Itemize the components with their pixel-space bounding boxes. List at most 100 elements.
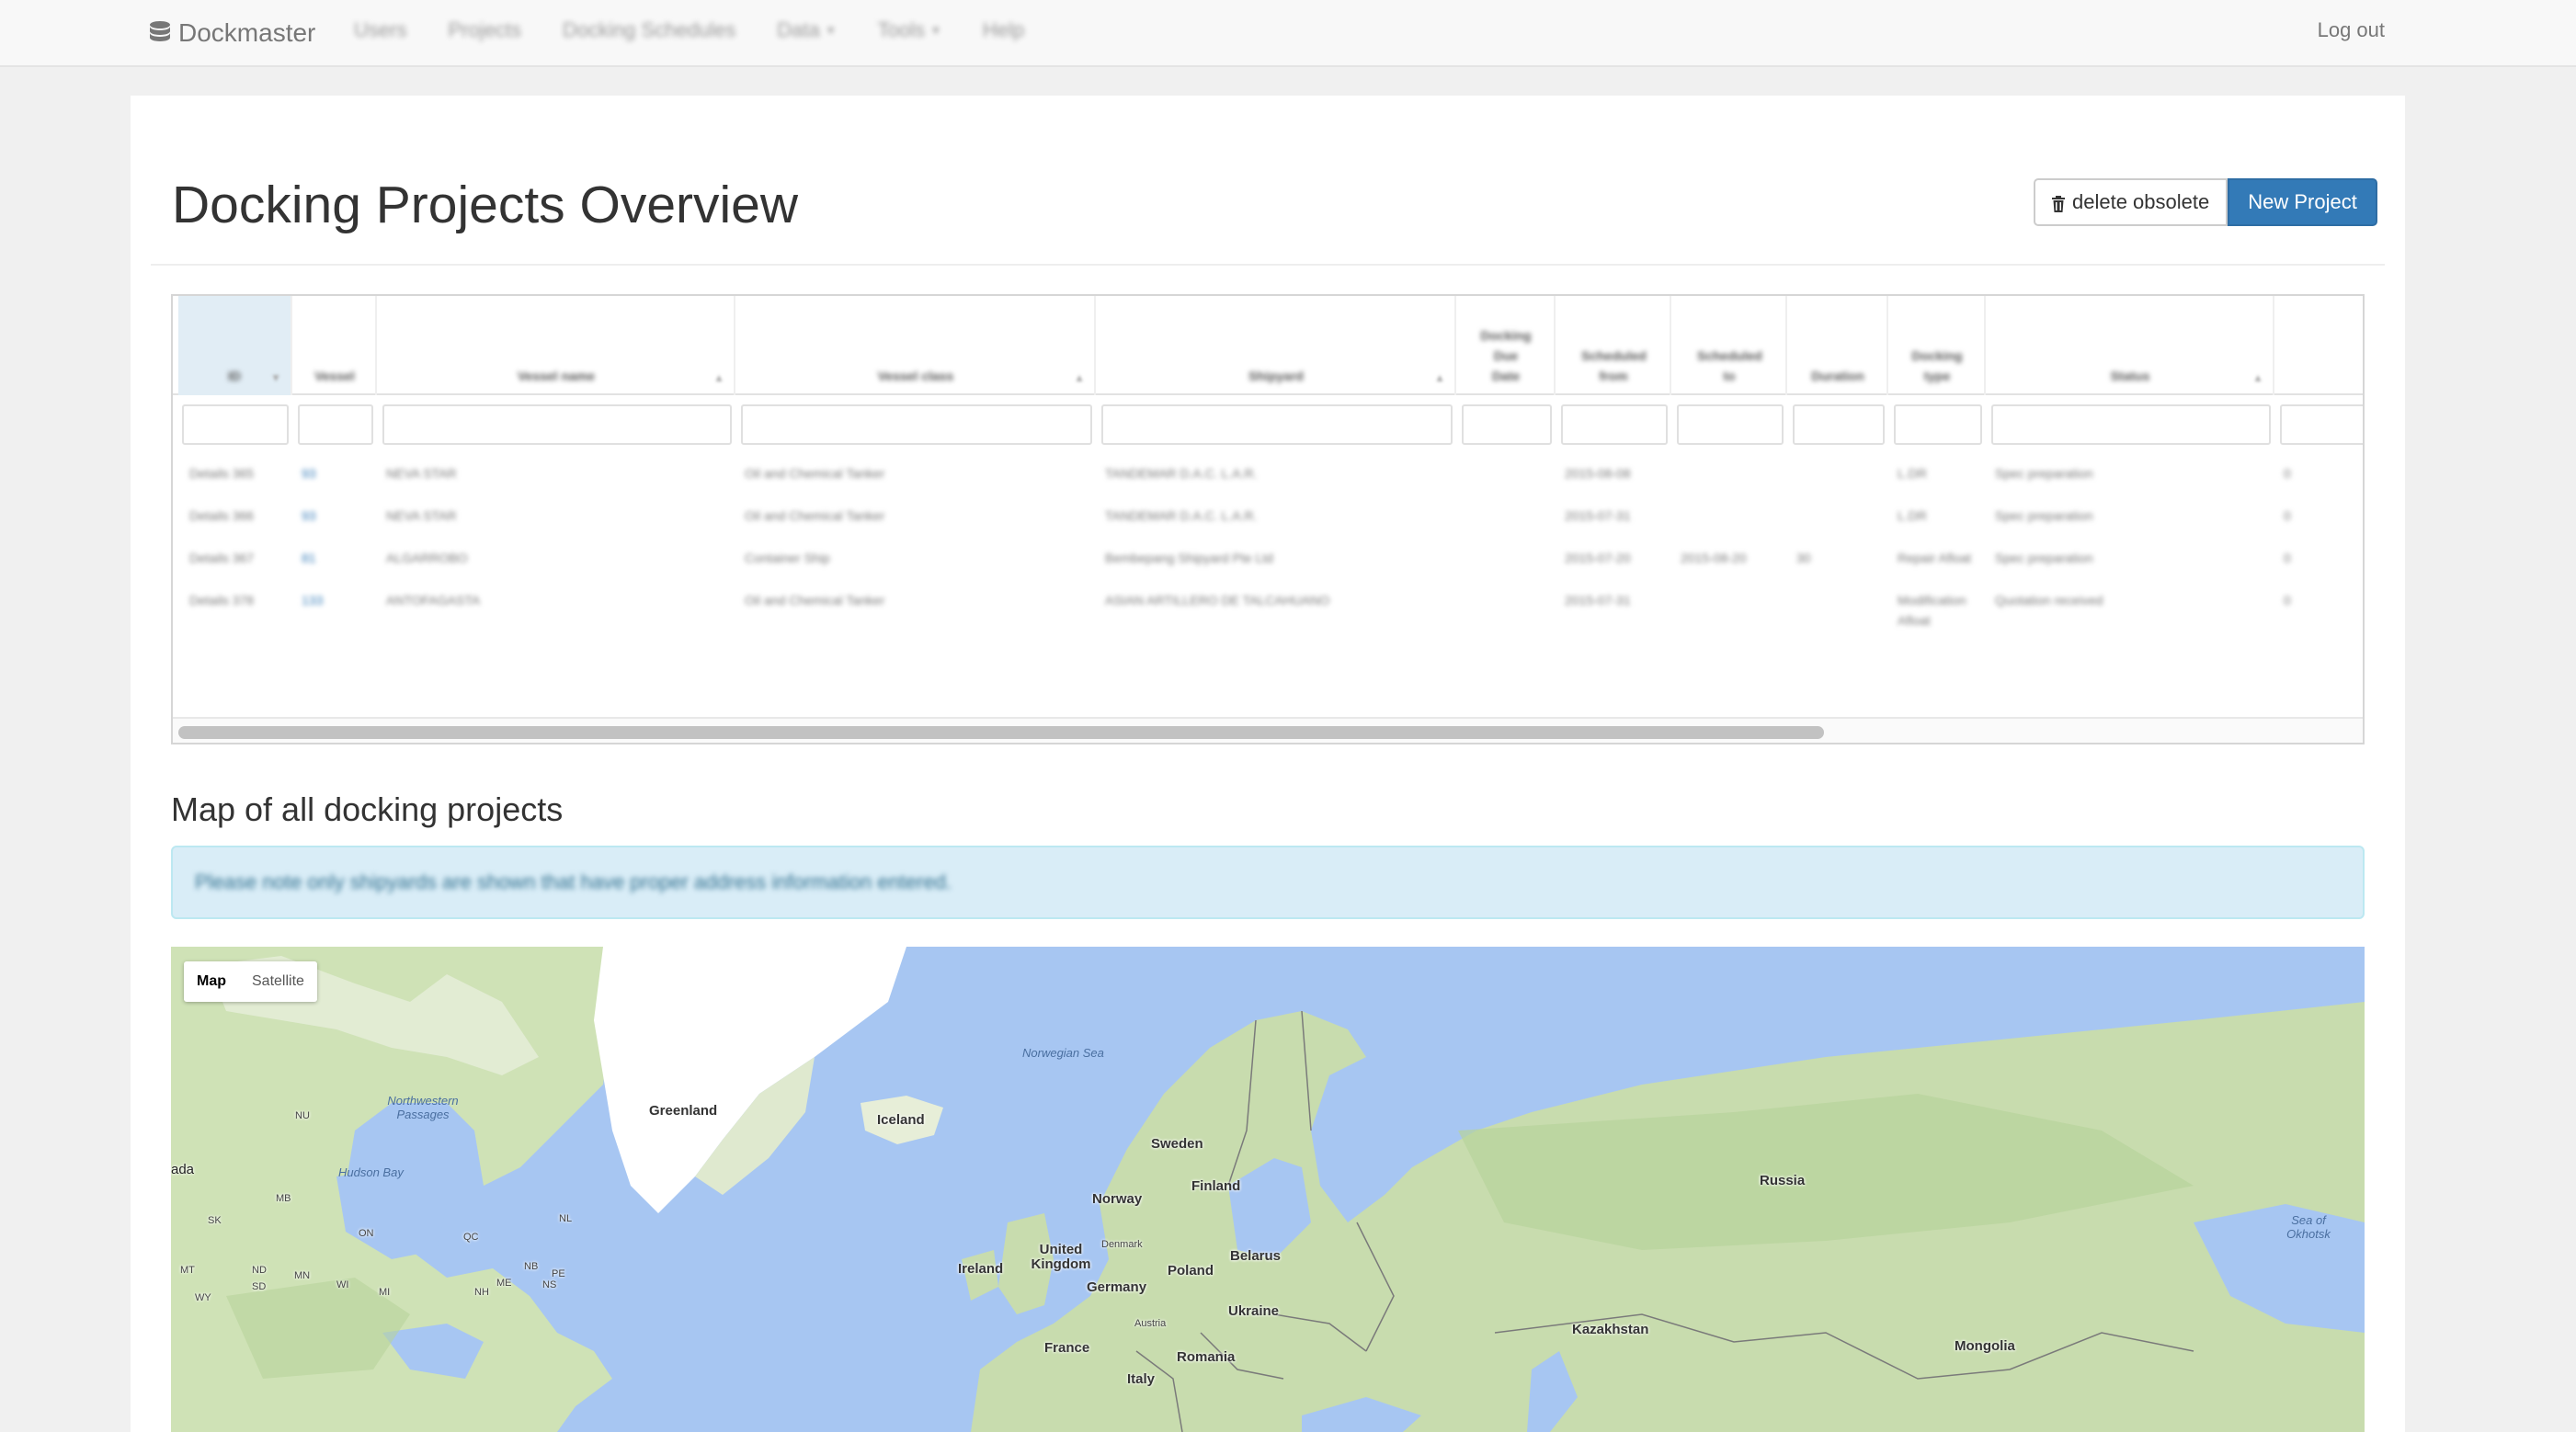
map-label-mn: MN: [294, 1270, 311, 1281]
table-row: Details 365 93 NEVA STAR Oil and Chemica…: [173, 450, 2363, 491]
filter-input-vessel[interactable]: [298, 404, 373, 445]
map-label-sd: SD: [252, 1281, 267, 1292]
map-label-sea-of-okhotsk: Sea of Okhotsk: [2286, 1213, 2331, 1241]
column-header-shipyard[interactable]: Shipyard ▲: [1098, 296, 1456, 395]
nav-data-dropdown[interactable]: Data ▼: [777, 18, 836, 42]
vessel-link[interactable]: 93: [302, 463, 316, 483]
column-header-scheduled-from[interactable]: Scheduled from: [1557, 296, 1671, 395]
map-label-sk: SK: [208, 1215, 222, 1226]
map-label-ada: ada: [171, 1162, 195, 1177]
new-project-button[interactable]: New Project: [2228, 178, 2377, 226]
brand-name: Dockmaster: [178, 18, 316, 47]
map-label-finland: Finland: [1191, 1178, 1241, 1194]
column-header-docking-type[interactable]: Docking type: [1890, 296, 1986, 395]
map-label-northwestern-passages: Northwestern Passages: [387, 1094, 459, 1121]
database-icon: [149, 21, 171, 45]
map-label-pe: PE: [552, 1268, 565, 1279]
sort-icon: ▲: [1074, 371, 1085, 384]
delete-obsolete-button[interactable]: delete obsolete: [2034, 178, 2228, 226]
map-heading: Map of all docking projects: [171, 790, 564, 828]
filter-input-status[interactable]: [1991, 404, 2271, 445]
column-header-extra[interactable]: [2276, 296, 2363, 395]
projects-table: ID ▼ Vessel Vessel name ▲ Vessel class ▲ Sh…: [171, 294, 2365, 744]
map-label-norway: Norway: [1092, 1191, 1143, 1207]
map-label-nu: NU: [295, 1110, 310, 1121]
top-navbar: Dockmaster Users Projects Docking Schedu…: [0, 0, 2576, 67]
map-label-nl: NL: [559, 1213, 573, 1224]
filter-input-scheduled-from[interactable]: [1561, 404, 1668, 445]
filter-input-due-date[interactable]: [1462, 404, 1552, 445]
horizontal-scrollbar[interactable]: [173, 717, 2363, 743]
brand-link[interactable]: Dockmaster: [149, 15, 315, 51]
sort-icon: ▲: [713, 371, 724, 384]
table-row: Details 366 93 NEVA STAR Oil and Chemica…: [173, 493, 2363, 533]
details-link[interactable]: Details 365: [189, 463, 254, 483]
map-label-wy: WY: [195, 1292, 211, 1303]
map-label-united-kingdom: United Kingdom: [1031, 1242, 1091, 1272]
nav-tools-dropdown[interactable]: Tools ▼: [878, 18, 941, 42]
column-header-vessel-class[interactable]: Vessel class ▲: [737, 296, 1096, 395]
map-label-sweden: Sweden: [1151, 1136, 1203, 1152]
filter-input-scheduled-to[interactable]: [1677, 404, 1784, 445]
map-type-satellite-button[interactable]: Satellite: [239, 961, 317, 1002]
table-row: Details 378 133 ANTOFAGASTA Oil and Chem…: [173, 577, 2363, 632]
filter-input-extra[interactable]: [2280, 404, 2363, 445]
details-link[interactable]: Details 366: [189, 506, 254, 526]
alert-text: Please note only shipyards are shown tha…: [195, 870, 952, 893]
filter-input-docking-type[interactable]: [1894, 404, 1982, 445]
trash-icon: [2052, 194, 2065, 212]
column-header-id[interactable]: ID ▼: [178, 296, 292, 395]
vessel-link[interactable]: 133: [302, 590, 323, 610]
map-label-norwegian-sea: Norwegian Sea: [1022, 1046, 1104, 1060]
nav-help[interactable]: Help: [983, 18, 1024, 42]
map-label-hudson-bay: Hudson Bay: [338, 1165, 404, 1179]
chevron-down-icon: ▼: [930, 24, 941, 37]
column-header-scheduled-to[interactable]: Scheduled to: [1673, 296, 1787, 395]
map-label-mt: MT: [180, 1265, 195, 1276]
filter-input-vessel-class[interactable]: [741, 404, 1092, 445]
projects-map[interactable]: Map Satellite Greenland Iceland Norwegia…: [171, 947, 2365, 1432]
scrollbar-thumb[interactable]: [178, 726, 1824, 739]
details-link[interactable]: Details 367: [189, 548, 254, 568]
map-label-wi: WI: [336, 1279, 349, 1290]
filter-row: [173, 397, 2363, 452]
nav-projects[interactable]: Projects: [448, 18, 520, 42]
filter-input-duration[interactable]: [1793, 404, 1885, 445]
vessel-link[interactable]: 93: [302, 506, 316, 526]
filter-input-vessel-name[interactable]: [382, 404, 732, 445]
logout-link[interactable]: Log out: [2318, 18, 2385, 42]
map-label-russia: Russia: [1760, 1173, 1806, 1188]
map-label-mongolia: Mongolia: [1955, 1338, 2015, 1354]
nav-docking-schedules[interactable]: Docking Schedules: [563, 18, 735, 42]
map-type-map-button[interactable]: Map: [184, 961, 239, 1002]
map-label-poland: Poland: [1168, 1263, 1214, 1279]
column-header-duration[interactable]: Duration: [1789, 296, 1888, 395]
map-label-mi: MI: [379, 1287, 391, 1298]
nav-users[interactable]: Users: [354, 18, 406, 42]
title-divider: [151, 264, 2385, 266]
map-label-germany: Germany: [1087, 1279, 1147, 1295]
header-actions: delete obsolete New Project: [2034, 178, 2377, 226]
column-header-status[interactable]: Status ▲: [1988, 296, 2274, 395]
sort-icon: ▲: [2252, 371, 2263, 384]
vessel-link[interactable]: 81: [302, 548, 316, 568]
map-label-me: ME: [496, 1278, 512, 1289]
page-title: Docking Projects Overview: [172, 176, 799, 234]
sort-icon: ▲: [1434, 371, 1445, 384]
filter-input-shipyard[interactable]: [1101, 404, 1453, 445]
map-label-ireland: Ireland: [958, 1261, 1004, 1277]
map-label-greenland: Greenland: [649, 1103, 718, 1119]
sort-icon: ▼: [270, 371, 281, 384]
map-label-qc: QC: [463, 1232, 479, 1243]
map-label-france: France: [1044, 1340, 1090, 1356]
filter-input-id[interactable]: [182, 404, 289, 445]
column-header-vessel[interactable]: Vessel: [294, 296, 377, 395]
map-label-ukraine: Ukraine: [1228, 1303, 1280, 1319]
map-label-on: ON: [359, 1228, 374, 1239]
column-header-due-date[interactable]: Docking Due Date: [1458, 296, 1556, 395]
map-canvas[interactable]: [171, 947, 2365, 1432]
column-header-vessel-name[interactable]: Vessel name ▲: [379, 296, 735, 395]
details-link[interactable]: Details 378: [189, 590, 254, 610]
table-row: Details 367 81 ALGARROBO Container Ship …: [173, 535, 2363, 575]
map-label-romania: Romania: [1177, 1349, 1236, 1365]
